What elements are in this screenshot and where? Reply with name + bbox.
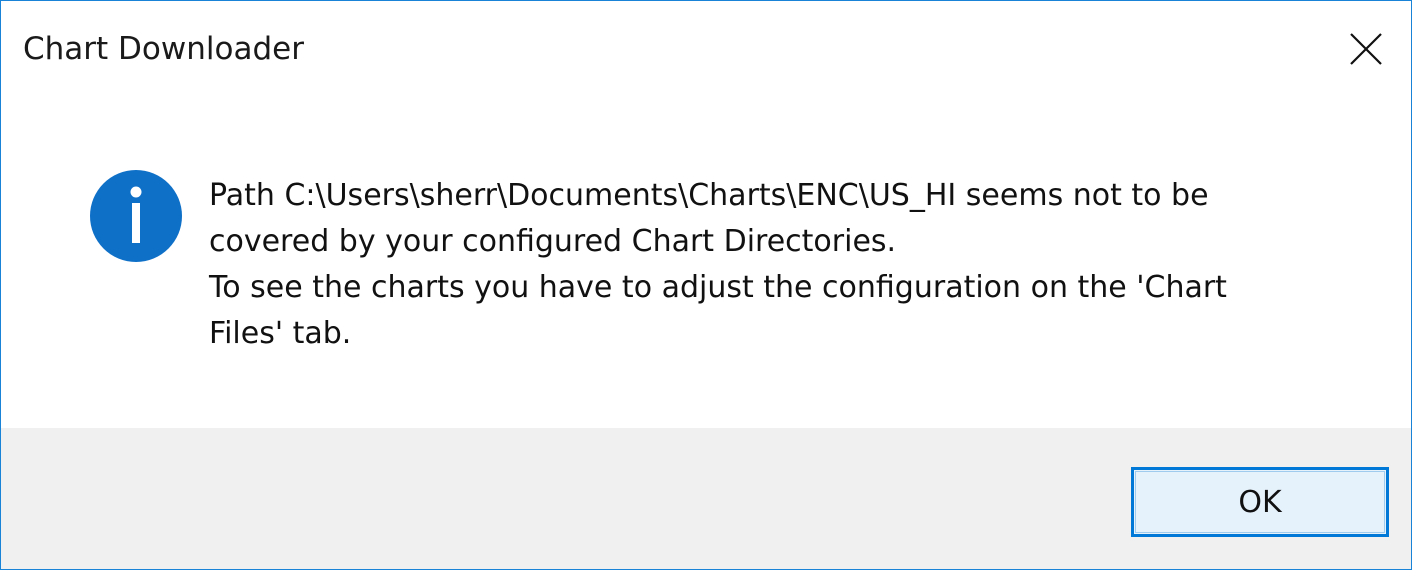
dialog-content: Path C:\Users\sherr\Documents\Charts\ENC…: [1, 101, 1411, 428]
ok-button[interactable]: OK: [1131, 467, 1389, 537]
message-line: To see the charts you have to adjust the…: [209, 270, 1227, 305]
message-line: Files' tab.: [209, 316, 352, 351]
title-bar[interactable]: Chart Downloader: [1, 1, 1411, 101]
info-icon: [90, 170, 182, 262]
close-icon: [1350, 33, 1382, 65]
close-button[interactable]: [1319, 1, 1411, 97]
message-dialog: Chart Downloader Path C:\Users\sherr\Doc…: [0, 0, 1412, 570]
button-bar: OK: [1, 428, 1411, 569]
message-line: covered by your configured Chart Directo…: [209, 224, 897, 259]
message-line: Path C:\Users\sherr\Documents\Charts\ENC…: [209, 178, 1209, 213]
message-text: Path C:\Users\sherr\Documents\Charts\ENC…: [209, 173, 1349, 357]
window-title: Chart Downloader: [23, 31, 304, 67]
